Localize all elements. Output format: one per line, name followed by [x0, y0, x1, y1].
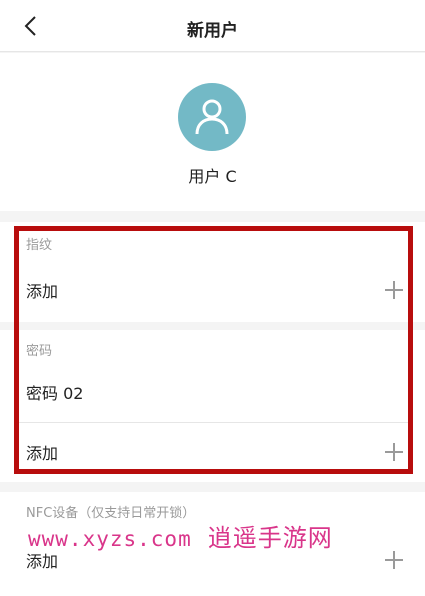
- password-add-label: 添加: [26, 444, 59, 463]
- user-icon: [195, 99, 229, 135]
- password-label: 密码: [26, 344, 53, 359]
- password-section: 密码 密码 02 添加: [0, 330, 425, 482]
- plus-icon[interactable]: [385, 443, 403, 461]
- watermark-name: 逍遥手游网: [207, 524, 333, 552]
- top-bar: 新用户: [0, 0, 425, 52]
- new-user-page: 新用户 用户 C 指纹 添加 密码 密码 02 添加 NFC设备（仅支持日常开锁…: [0, 0, 425, 596]
- divider: [16, 422, 409, 423]
- fingerprint-label: 指纹: [26, 238, 53, 253]
- watermark-url: www.xyzs.com: [28, 527, 192, 551]
- password-item-label: 密码 02: [26, 384, 84, 403]
- profile-section: 用户 C: [0, 53, 425, 211]
- password-add-row[interactable]: 添加: [0, 424, 425, 480]
- fingerprint-add-label: 添加: [26, 282, 59, 301]
- page-title: 新用户: [187, 21, 238, 41]
- plus-icon[interactable]: [385, 281, 403, 299]
- watermark: www.xyzs.com 逍遥手游网: [28, 518, 333, 553]
- username-label[interactable]: 用户 C: [0, 163, 425, 187]
- password-item-row[interactable]: 密码 02: [0, 364, 425, 420]
- plus-icon[interactable]: [385, 551, 403, 569]
- fingerprint-add-row[interactable]: 添加: [0, 262, 425, 318]
- fingerprint-section: 指纹 添加: [0, 222, 425, 322]
- avatar[interactable]: [178, 83, 246, 151]
